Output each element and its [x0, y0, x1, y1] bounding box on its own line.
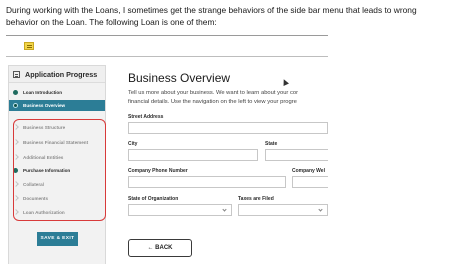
- progress-list-icon: [13, 71, 20, 78]
- street-address-label: Street Address: [128, 114, 164, 120]
- sticky-note-icon: [24, 42, 34, 50]
- state-of-organization-select[interactable]: [128, 204, 232, 216]
- loan-app-screenshot: Application Progress Loan Introduction B…: [6, 56, 328, 264]
- street-address-field[interactable]: [128, 122, 328, 134]
- main-panel: Business Overview Tell us more about you…: [128, 65, 328, 264]
- sidebar-item-business-overview[interactable]: Business Overview: [9, 100, 105, 111]
- company-phone-field[interactable]: [128, 176, 286, 188]
- city-field[interactable]: [128, 149, 258, 161]
- chevron-down-icon: [222, 207, 227, 212]
- description-line: financial details. Use the navigation on…: [128, 99, 297, 105]
- progress-sidebar: Application Progress Loan Introduction B…: [8, 65, 106, 264]
- back-button[interactable]: ← BACK: [128, 239, 192, 257]
- state-label: State: [265, 141, 278, 147]
- company-website-label: Company Wel: [292, 168, 325, 174]
- intro-text: During working with the Loans, I sometim…: [6, 5, 417, 27]
- state-of-organization-label: State of Organization: [128, 196, 179, 202]
- company-phone-label: Company Phone Number: [128, 168, 188, 174]
- page-title: Business Overview: [128, 71, 231, 85]
- sidebar-item-label: Loan Introduction: [23, 90, 63, 95]
- check-icon: [13, 103, 18, 108]
- state-field[interactable]: [265, 149, 328, 161]
- save-exit-button[interactable]: SAVE & EXIT: [37, 232, 78, 246]
- chevron-down-icon: [318, 207, 323, 212]
- mouse-cursor-icon: [281, 78, 289, 86]
- description-line: Tell us more about your business. We wan…: [128, 90, 299, 96]
- sidebar-title: Application Progress: [25, 70, 98, 79]
- divider-line: [6, 35, 328, 36]
- sidebar-item-loan-introduction[interactable]: Loan Introduction: [9, 87, 105, 98]
- city-label: City: [128, 141, 138, 147]
- company-website-field[interactable]: [292, 176, 328, 188]
- taxes-filed-select[interactable]: [238, 204, 328, 216]
- check-icon: [13, 90, 18, 95]
- sidebar-header: Application Progress: [9, 66, 105, 83]
- page-description: Tell us more about your business. We wan…: [128, 89, 328, 107]
- taxes-filed-label: Taxes are Filed: [238, 196, 274, 202]
- red-highlight-box: [13, 119, 106, 221]
- sidebar-item-label: Business Overview: [23, 103, 66, 108]
